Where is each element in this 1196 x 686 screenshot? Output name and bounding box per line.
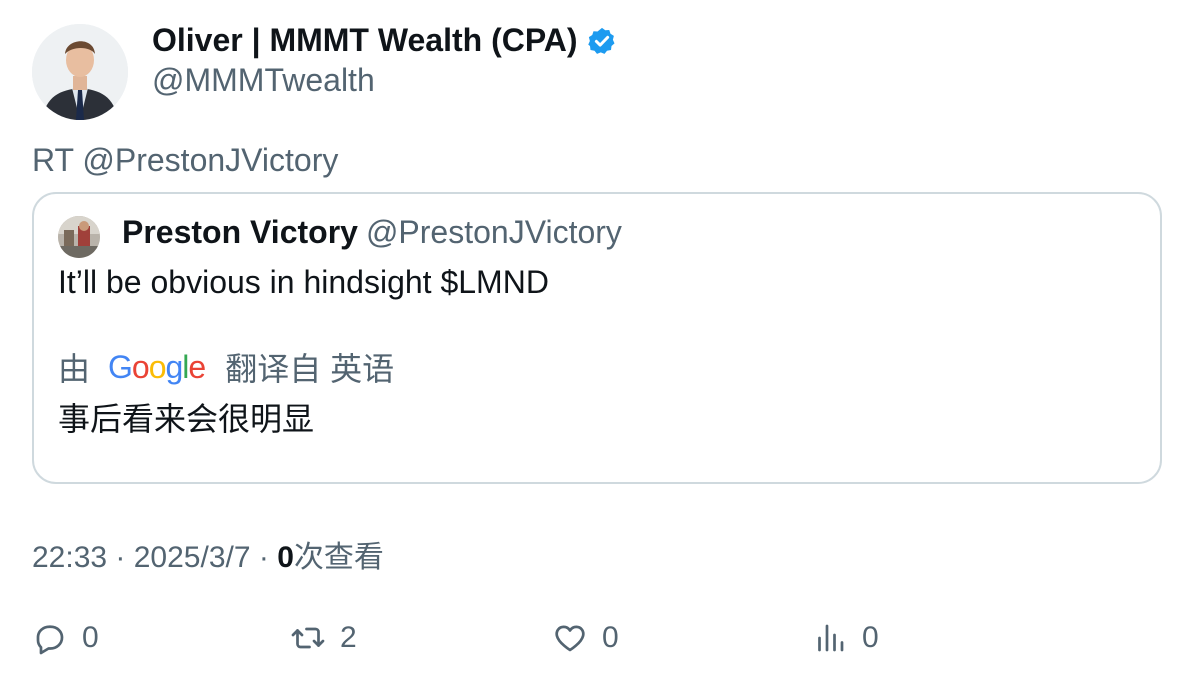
- verified-badge-icon[interactable]: [587, 26, 617, 56]
- quoted-author-avatar[interactable]: [58, 216, 100, 258]
- retweet-button[interactable]: 2: [290, 620, 357, 656]
- quoted-tweet-card[interactable]: Preston Victory @PrestonJVictory It’ll be…: [32, 192, 1162, 484]
- separator: ·: [258, 541, 278, 574]
- translation-attribution: 由 Google 翻译自 英语: [58, 344, 394, 390]
- reply-icon: [36, 625, 64, 655]
- tweet-meta: 22:33 · 2025/3/7 · 0次查看: [32, 532, 384, 576]
- author-avatar[interactable]: [32, 24, 128, 120]
- quoted-author[interactable]: Preston Victory @PrestonJVictory: [122, 214, 622, 251]
- retweet-count: 2: [340, 621, 357, 654]
- translated-text: 事后看来会很明显: [58, 401, 315, 437]
- quoted-author-name: Preston Victory: [122, 214, 358, 250]
- author-handle[interactable]: @MMMTwealth: [152, 62, 375, 99]
- views-button[interactable]: 0: [812, 620, 879, 656]
- views-action-count: 0: [862, 621, 879, 654]
- author-name-text: Oliver | MMMT Wealth (CPA): [152, 22, 578, 58]
- views-label: 次查看: [293, 541, 384, 574]
- like-count: 0: [602, 621, 619, 654]
- separator: ·: [115, 541, 134, 574]
- translate-suffix: 翻译自 英语: [225, 351, 395, 387]
- reply-count: 0: [82, 621, 99, 654]
- views-count: 0: [277, 541, 294, 574]
- retweet-text: RT @PrestonJVictory: [32, 142, 339, 178]
- tweet-date[interactable]: 2025/3/7: [134, 541, 251, 574]
- heart-icon: [555, 625, 585, 652]
- like-button[interactable]: 0: [552, 620, 619, 656]
- reply-button[interactable]: 0: [32, 620, 99, 656]
- tweet-time[interactable]: 22:33: [32, 541, 107, 574]
- quoted-tweet-text: It’ll be obvious in hindsight $LMND: [58, 264, 549, 300]
- retweet-icon: [291, 627, 325, 649]
- analytics-icon: [818, 624, 844, 652]
- author-name[interactable]: Oliver | MMMT Wealth (CPA): [152, 22, 617, 59]
- translate-prefix: 由: [58, 351, 91, 387]
- google-logo: Google: [108, 348, 206, 385]
- quoted-author-handle: @PrestonJVictory: [365, 214, 622, 250]
